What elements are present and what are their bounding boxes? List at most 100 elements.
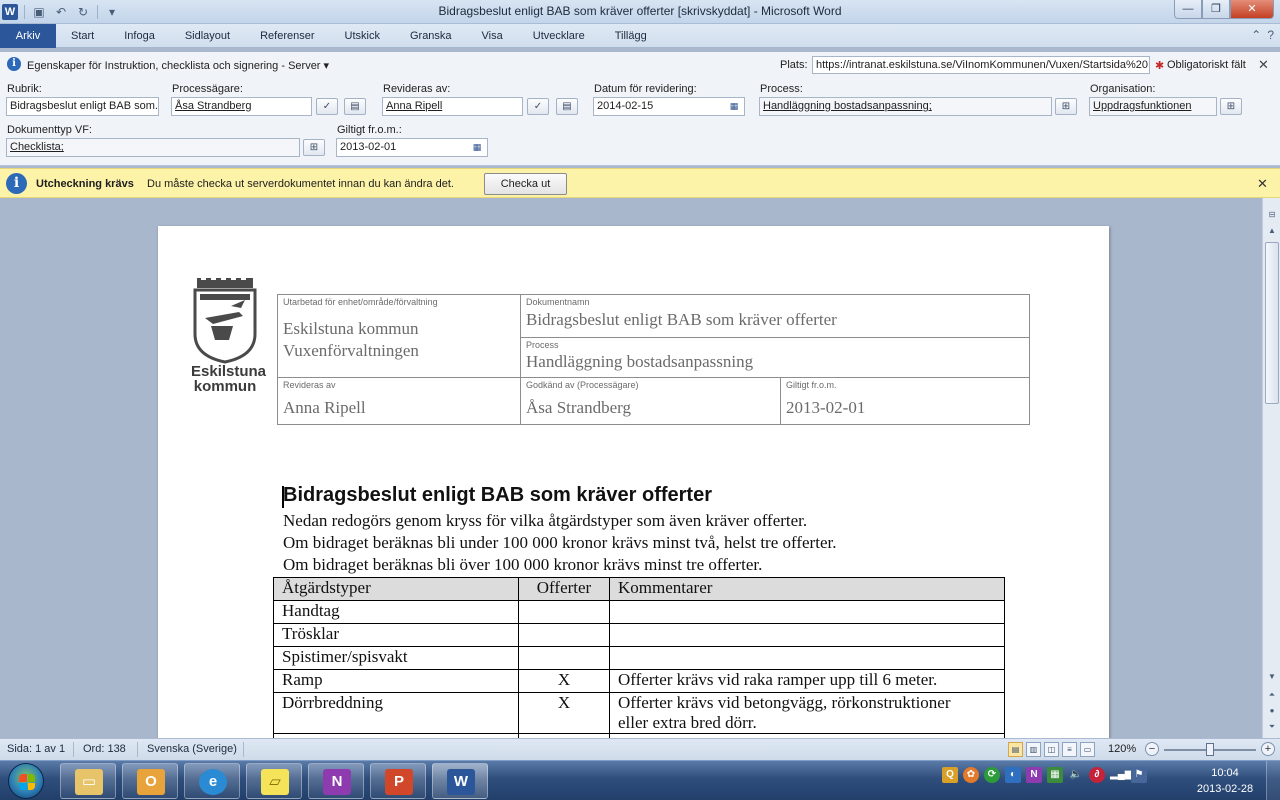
taskbar-word[interactable]: W — [432, 763, 488, 799]
tab-infoga[interactable]: Infoga — [109, 24, 170, 48]
help-icon[interactable]: ? — [1267, 28, 1274, 42]
table-cell[interactable]: Spistimer/spisvakt — [273, 646, 519, 670]
zoom-level[interactable]: 120% — [1108, 743, 1136, 755]
giltigt-field[interactable]: 2013-02-01 — [336, 138, 488, 157]
properties-title[interactable]: Egenskaper för Instruktion, checklista o… — [27, 59, 329, 72]
calendar-icon[interactable]: ▦ — [725, 99, 743, 114]
full-screen-reading-icon[interactable]: ▥ — [1026, 742, 1041, 757]
zoom-slider-thumb[interactable] — [1206, 743, 1214, 756]
checkout-button[interactable]: Checka ut — [484, 173, 567, 195]
table-cell[interactable]: Handtag — [273, 600, 519, 624]
tab-tillagg[interactable]: Tillägg — [600, 24, 662, 48]
datum-field[interactable]: 2014-02-15 — [593, 97, 745, 116]
browse-terms-icon[interactable]: ⊞ — [1220, 98, 1242, 115]
tab-utvecklare[interactable]: Utvecklare — [518, 24, 600, 48]
scroll-up-icon[interactable]: ▲ — [1265, 224, 1279, 238]
flag-icon[interactable]: ⚑ — [1131, 767, 1147, 783]
tray-app-icon[interactable]: ✿ — [963, 767, 979, 783]
tab-referenser[interactable]: Referenser — [245, 24, 329, 48]
table-cell[interactable]: Offerter krävs vid raka ramper upp till … — [609, 669, 1005, 693]
calendar-icon[interactable]: ▦ — [468, 140, 486, 155]
taskbar-explorer[interactable]: ▭ — [60, 763, 116, 799]
document-heading[interactable]: Bidragsbeslut enligt BAB som kräver offe… — [283, 484, 712, 507]
scrollbar-thumb[interactable] — [1265, 242, 1279, 404]
rubrik-field[interactable]: Bidragsbeslut enligt BAB som... — [6, 97, 159, 116]
table-cell[interactable]: Trösklar — [273, 623, 519, 647]
web-layout-icon[interactable]: ◫ — [1044, 742, 1059, 757]
browse-terms-icon[interactable]: ⊞ — [303, 139, 325, 156]
taskbar-internet-explorer[interactable]: e — [184, 763, 240, 799]
table-cell[interactable]: Offerter krävs vid betongvägg, rörkonstr… — [609, 692, 1005, 734]
tray-app-icon[interactable]: Q — [942, 767, 958, 783]
processagare-field[interactable]: Åsa Strandberg — [171, 97, 312, 116]
previous-page-icon[interactable]: ⏶ — [1265, 688, 1279, 702]
table-cell[interactable] — [518, 623, 610, 647]
taskbar-outlook[interactable]: O — [122, 763, 178, 799]
ruler-toggle-icon[interactable]: ⊟ — [1265, 208, 1279, 222]
word-count[interactable]: Ord: 138 — [83, 743, 126, 755]
expand-ribbon-icon[interactable]: ⌃ — [1251, 28, 1261, 42]
organisation-field[interactable]: Uppdragsfunktionen — [1089, 97, 1217, 116]
sync-icon[interactable]: ⟳ — [984, 767, 1000, 783]
tab-granska[interactable]: Granska — [395, 24, 467, 48]
restore-button[interactable]: ❐ — [1202, 0, 1230, 19]
dokumenttyp-field[interactable]: Checklista; — [6, 138, 300, 157]
zoom-in-icon[interactable]: + — [1261, 742, 1275, 756]
document-paragraph[interactable]: Om bidraget beräknas bli över 100 000 kr… — [283, 555, 762, 575]
next-page-icon[interactable]: ⏷ — [1265, 720, 1279, 734]
tab-sidlayout[interactable]: Sidlayout — [170, 24, 245, 48]
tray-app-icon[interactable]: ∂ — [1089, 767, 1105, 783]
table-cell[interactable] — [609, 623, 1005, 647]
taskbar-onenote[interactable]: N — [308, 763, 364, 799]
minimize-button[interactable]: — — [1174, 0, 1202, 19]
column-header: Åtgärdstyper — [273, 577, 519, 601]
zoom-out-icon[interactable]: − — [1145, 742, 1159, 756]
taskbar-powerpoint[interactable]: P — [370, 763, 426, 799]
table-cell[interactable]: X — [518, 669, 610, 693]
volume-icon[interactable]: 🔈 — [1068, 767, 1084, 783]
table-cell[interactable]: Dörrbreddning — [273, 692, 519, 734]
draft-view-icon[interactable]: ▭ — [1080, 742, 1095, 757]
clock-time[interactable]: 10:04 — [1196, 767, 1254, 779]
document-paragraph[interactable]: Om bidraget beräknas bli under 100 000 k… — [283, 533, 836, 553]
clock-date[interactable]: 2013-02-28 — [1192, 783, 1258, 795]
process-field[interactable]: Handläggning bostadsanpassning; — [759, 97, 1052, 116]
close-properties-icon[interactable]: ✕ — [1258, 57, 1269, 73]
table-cell[interactable] — [518, 600, 610, 624]
start-button[interactable] — [8, 763, 44, 799]
vertical-scrollbar[interactable]: ⊟ ▲ ▼ ⏶ ● ⏷ — [1262, 198, 1280, 738]
language[interactable]: Svenska (Sverige) — [147, 743, 237, 755]
table-cell[interactable] — [609, 646, 1005, 670]
browse-terms-icon[interactable]: ⊞ — [1055, 98, 1077, 115]
taskbar-sticky-notes[interactable]: ▱ — [246, 763, 302, 799]
close-message-icon[interactable]: ✕ — [1257, 176, 1268, 192]
table-cell[interactable] — [609, 600, 1005, 624]
tab-arkiv[interactable]: Arkiv — [0, 24, 56, 48]
tab-utskick[interactable]: Utskick — [330, 24, 395, 48]
network-icon[interactable]: ▦ — [1047, 767, 1063, 783]
outline-view-icon[interactable]: ≡ — [1062, 742, 1077, 757]
document-page[interactable]: Eskilstuna kommun Utarbetad för enhet/om… — [158, 226, 1109, 738]
plats-field[interactable]: https://intranat.eskilstuna.se/ViInomKom… — [812, 56, 1150, 74]
tab-start[interactable]: Start — [56, 24, 109, 48]
check-names-icon[interactable]: ✓ — [316, 98, 338, 115]
document-area[interactable]: Eskilstuna kommun Utarbetad för enhet/om… — [0, 198, 1262, 738]
tray-app-icon[interactable]: ◐ — [1005, 767, 1021, 783]
print-layout-icon[interactable]: ▤ — [1008, 742, 1023, 757]
close-button[interactable]: ✕ — [1230, 0, 1274, 19]
revideras-field[interactable]: Anna Ripell — [382, 97, 523, 116]
table-cell[interactable] — [518, 646, 610, 670]
address-book-icon[interactable]: ▤ — [556, 98, 578, 115]
browse-object-icon[interactable]: ● — [1265, 704, 1279, 718]
signal-icon[interactable]: ▂▄▆ — [1110, 767, 1132, 783]
page-count[interactable]: Sida: 1 av 1 — [7, 743, 65, 755]
table-cell[interactable]: X — [518, 692, 610, 734]
onenote-tray-icon[interactable]: N — [1026, 767, 1042, 783]
show-desktop-button[interactable] — [1266, 761, 1280, 800]
document-paragraph[interactable]: Nedan redogörs genom kryss för vilka åtg… — [283, 511, 807, 531]
tab-visa[interactable]: Visa — [467, 24, 518, 48]
scroll-down-icon[interactable]: ▼ — [1265, 670, 1279, 684]
address-book-icon[interactable]: ▤ — [344, 98, 366, 115]
check-names-icon[interactable]: ✓ — [527, 98, 549, 115]
table-cell[interactable]: Ramp — [273, 669, 519, 693]
